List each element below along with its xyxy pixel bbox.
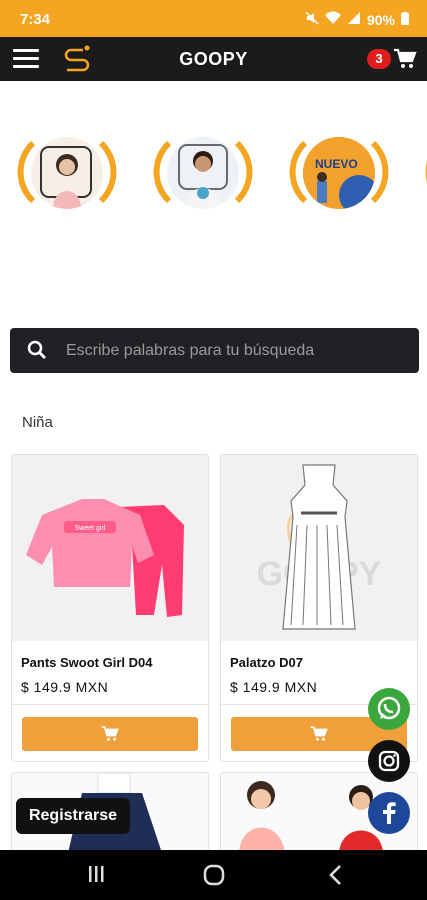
- register-button[interactable]: Registrarse: [16, 798, 130, 834]
- story-boy-photo: [167, 137, 239, 209]
- product-image[interactable]: GOOPY: [221, 455, 417, 641]
- story-girl[interactable]: [13, 125, 121, 219]
- status-time: 7:34: [20, 11, 51, 28]
- mute-icon: [305, 11, 319, 28]
- story-nuevo-text: NUEVO: [315, 157, 358, 171]
- whatsapp-icon: [368, 688, 410, 730]
- wifi-icon: [324, 11, 341, 28]
- cart-icon[interactable]: [393, 47, 417, 71]
- cart-count-badge: 3: [367, 49, 391, 69]
- app-title: GOOPY: [179, 49, 248, 69]
- cart-icon: [310, 726, 328, 741]
- home-icon[interactable]: [203, 864, 225, 886]
- story-boy[interactable]: [149, 125, 257, 219]
- instagram-button[interactable]: [368, 740, 410, 782]
- status-icons: 90%: [305, 11, 409, 28]
- story-nuevo-photo: NUEVO: [303, 137, 375, 209]
- battery-icon: [401, 11, 409, 28]
- add-to-cart-button[interactable]: [22, 717, 198, 751]
- story-girl-photo: [31, 137, 103, 209]
- section-title: Niña: [22, 414, 53, 431]
- card-divider: [12, 704, 208, 705]
- product-price: $ 149.9 MXN: [230, 679, 318, 695]
- product-price: $ 149.9 MXN: [21, 679, 109, 695]
- stories-carousel: NUEVO: [0, 115, 427, 225]
- status-bar: 7:34 90%: [0, 0, 427, 37]
- back-icon[interactable]: [326, 864, 346, 886]
- search-bar[interactable]: Escribe palabras para tu búsqueda: [10, 328, 419, 373]
- whatsapp-button[interactable]: [368, 688, 410, 730]
- cart-icon: [101, 726, 119, 741]
- signal-icon: [347, 11, 361, 28]
- search-icon: [27, 340, 46, 359]
- recent-apps-icon[interactable]: [86, 864, 106, 884]
- product-shirt-text: Sweet girl: [75, 525, 106, 532]
- battery-text: 90%: [366, 11, 395, 28]
- facebook-icon: [368, 792, 410, 834]
- product-name[interactable]: Palatzo D07: [230, 655, 303, 670]
- search-input[interactable]: Escribe palabras para tu búsqueda: [66, 342, 314, 360]
- product-name[interactable]: Pants Swoot Girl D04: [21, 655, 152, 670]
- system-nav-bar: [0, 850, 427, 900]
- facebook-button[interactable]: [368, 792, 410, 834]
- product-card[interactable]: Sweet girl Pants Swoot Girl D04 $ 149.9 …: [11, 454, 209, 762]
- app-bar: GOOPY: [0, 37, 427, 81]
- story-nuevo[interactable]: NUEVO: [285, 125, 393, 219]
- instagram-icon: [368, 740, 410, 782]
- story-partial[interactable]: [421, 125, 427, 219]
- product-image[interactable]: Sweet girl: [12, 455, 208, 641]
